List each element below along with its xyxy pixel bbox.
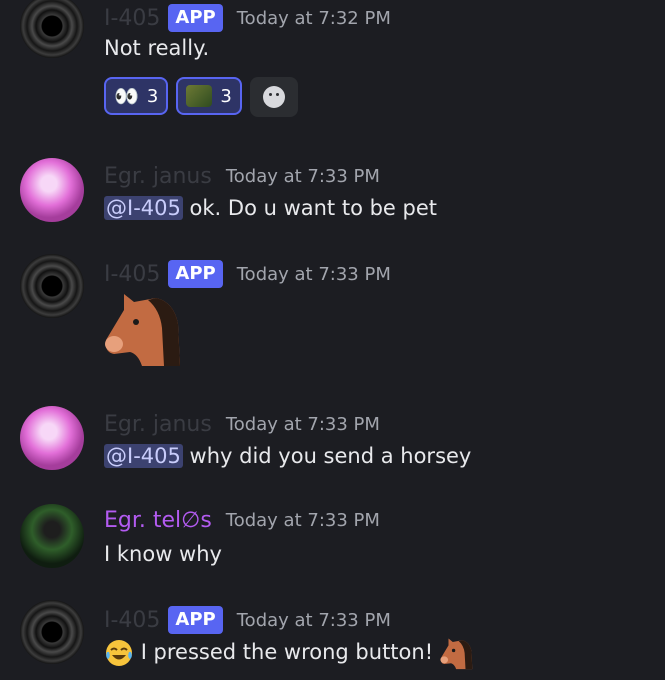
horse-face-icon	[105, 294, 180, 366]
avatar[interactable]	[20, 158, 84, 222]
avatar[interactable]	[20, 406, 84, 470]
author-name[interactable]: Egr. janus	[104, 412, 212, 437]
message-text: I pressed the wrong button!	[140, 640, 434, 664]
author-name[interactable]: Egr. janus	[104, 164, 212, 189]
reaction-count: 3	[146, 85, 159, 107]
avatar[interactable]	[20, 504, 84, 568]
user-mention[interactable]: @I-405	[104, 196, 183, 220]
author-name[interactable]: I-405	[104, 608, 160, 633]
app-badge: APP	[168, 260, 223, 288]
user-mention[interactable]: @I-405	[104, 444, 183, 468]
message-content: @I-405 ok. Do u want to be pet	[104, 196, 437, 220]
timestamp: Today at 7:33 PM	[236, 609, 391, 631]
message-content: I pressed the wrong button!	[104, 636, 474, 670]
avatar[interactable]	[20, 600, 84, 664]
tears-of-joy-icon	[106, 640, 132, 666]
smiley-icon	[262, 86, 285, 108]
timestamp: Today at 7:33 PM	[225, 414, 380, 435]
avatar[interactable]	[20, 0, 84, 58]
timestamp: Today at 7:33 PM	[225, 510, 380, 531]
message-text: I know why	[104, 542, 222, 566]
avatar[interactable]	[20, 254, 84, 318]
timestamp: Today at 7:33 PM	[236, 263, 391, 285]
reaction-shrek[interactable]: 3	[176, 77, 242, 115]
add-reaction-button[interactable]	[249, 77, 298, 117]
reactions-bar: 👀 3 3	[104, 77, 298, 117]
author-name[interactable]: I-405	[104, 6, 160, 31]
message-text: ok. Do u want to be pet	[182, 196, 438, 220]
message-content: @I-405 why did you send a horsey	[104, 444, 471, 468]
author-name[interactable]: Egr. tel∅s	[104, 508, 212, 533]
author-name[interactable]: I-405	[104, 262, 160, 287]
message-text: Not really.	[104, 36, 210, 60]
timestamp: Today at 7:33 PM	[225, 166, 380, 187]
message-text: why did you send a horsey	[182, 444, 472, 468]
reaction-count: 3	[220, 85, 232, 107]
shrek-emoji-icon	[186, 85, 213, 107]
reaction-eyes[interactable]: 👀 3	[104, 77, 169, 115]
app-badge: APP	[168, 4, 223, 32]
eyes-icon: 👀	[114, 84, 139, 108]
app-badge: APP	[168, 606, 223, 634]
timestamp: Today at 7:32 PM	[236, 7, 391, 29]
horse-face-icon	[440, 638, 473, 670]
